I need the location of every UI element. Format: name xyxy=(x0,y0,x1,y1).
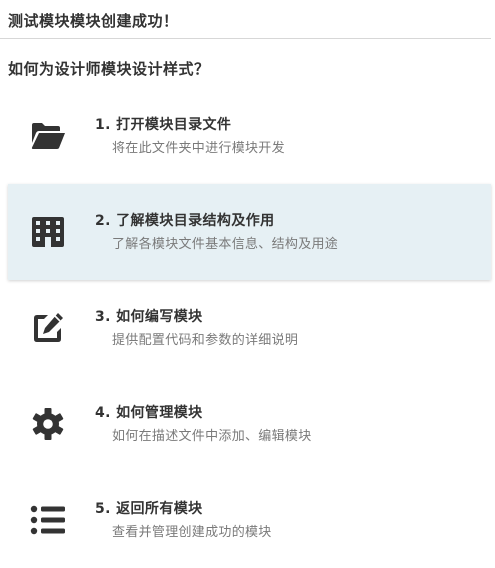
menu-item-title: 1. 打开模块目录文件 xyxy=(95,117,232,133)
folder-open-icon xyxy=(30,118,66,154)
list-icon xyxy=(30,502,66,538)
menu-item-description: 如何在描述文件中添加、编辑模块 xyxy=(112,429,312,444)
menu-item-description: 查看并管理创建成功的模块 xyxy=(112,525,272,540)
menu-item-title: 4. 如何管理模块 xyxy=(95,405,203,421)
menu-item-open-directory[interactable]: 1. 打开模块目录文件 将在此文件夹中进行模块开发 xyxy=(8,88,491,184)
menu-item-write-module[interactable]: 3. 如何编写模块 提供配置代码和参数的详细说明 xyxy=(8,280,491,376)
header: 测试模块模块创建成功！ xyxy=(0,0,491,39)
edit-icon xyxy=(30,310,66,346)
menu-item-title: 3. 如何编写模块 xyxy=(95,309,203,325)
menu-item-title: 2. 了解模块目录结构及作用 xyxy=(95,213,275,229)
menu-item-description: 了解各模块文件基本信息、结构及用途 xyxy=(112,237,339,252)
menu-item-back-to-modules[interactable]: 5. 返回所有模块 查看并管理创建成功的模块 xyxy=(8,472,491,568)
section-subtitle: 如何为设计师模块设计样式？ xyxy=(8,60,210,78)
gear-icon xyxy=(30,406,66,442)
building-icon xyxy=(30,214,66,250)
menu-item-manage-module[interactable]: 4. 如何管理模块 如何在描述文件中添加、编辑模块 xyxy=(8,376,491,472)
menu-item-description: 提供配置代码和参数的详细说明 xyxy=(112,333,299,348)
menu-item-description: 将在此文件夹中进行模块开发 xyxy=(112,141,285,156)
menu-item-directory-structure[interactable]: 2. 了解模块目录结构及作用 了解各模块文件基本信息、结构及用途 xyxy=(8,184,491,280)
menu-item-title: 5. 返回所有模块 xyxy=(95,501,203,517)
page-title: 测试模块模块创建成功！ xyxy=(8,12,179,30)
